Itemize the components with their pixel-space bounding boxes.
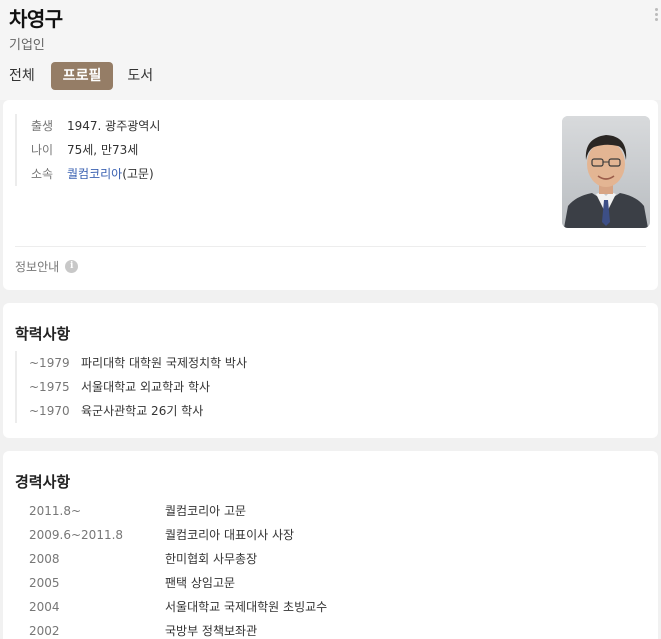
career-text: 퀄컴코리아 대표이사 사장 (165, 528, 295, 542)
education-title: 학력사항 (15, 325, 71, 343)
career-text: 퀄컴코리아 고문 (165, 504, 247, 518)
divider (15, 246, 646, 247)
career-year: 2008 (29, 552, 60, 566)
career-text: 한미협회 사무총장 (165, 552, 258, 566)
list-item: 2009.6~2011.8 퀄컴코리아 대표이사 사장 (29, 523, 327, 547)
info-value: 1947. 광주광역시 (67, 119, 161, 133)
affiliation-link[interactable]: 퀄컴코리아 (67, 167, 122, 181)
profile-card: 출생 1947. 광주광역시 나이 75세, 만73세 소속 퀄컴코리아(고문) (3, 100, 658, 290)
info-label: 소속 (31, 167, 54, 181)
profile-info-list: 출생 1947. 광주광역시 나이 75세, 만73세 소속 퀄컴코리아(고문) (15, 114, 160, 186)
career-year: 2009.6~2011.8 (29, 528, 124, 542)
education-card: 학력사항 ~1979 파리대학 대학원 국제정치학 박사 ~1975 서울대학교… (3, 303, 658, 438)
tab-books[interactable]: 도서 (119, 62, 161, 90)
career-year: 2002 (29, 624, 60, 638)
list-item: ~1975 서울대학교 외교학과 학사 (29, 375, 247, 399)
list-item: ~1979 파리대학 대학원 국제정치학 박사 (29, 351, 247, 375)
education-text: 파리대학 대학원 국제정치학 박사 (81, 356, 248, 370)
career-year: 2005 (29, 576, 60, 590)
info-row-birth: 출생 1947. 광주광역시 (31, 114, 160, 138)
education-text: 서울대학교 외교학과 학사 (81, 380, 211, 394)
list-item: 2008 한미협회 사무총장 (29, 547, 327, 571)
career-text: 서울대학교 국제대학원 초빙교수 (165, 600, 328, 614)
tab-profile[interactable]: 프로필 (50, 62, 114, 90)
list-item: 2005 팬택 상임고문 (29, 571, 327, 595)
info-row-age: 나이 75세, 만73세 (31, 138, 160, 162)
career-text: 국방부 정책보좌관 (165, 624, 258, 638)
info-guide[interactable]: 정보안내 i (15, 258, 79, 275)
list-item: ~1970 육군사관학교 26기 학사 (29, 399, 247, 423)
education-text: 육군사관학교 26기 학사 (81, 404, 204, 418)
career-title: 경력사항 (15, 473, 71, 491)
list-item: 2002 국방부 정책보좌관 (29, 619, 327, 639)
education-year: ~1979 (29, 356, 70, 370)
education-year: ~1975 (29, 380, 70, 394)
education-year: ~1970 (29, 404, 70, 418)
career-text: 팬택 상임고문 (165, 576, 236, 590)
info-value: 퀄컴코리아(고문) (67, 162, 154, 186)
info-guide-label: 정보안내 (15, 260, 60, 274)
tab-all[interactable]: 전체 (9, 62, 43, 90)
person-occupation: 기업인 (9, 38, 45, 53)
career-year: 2011.8~ (29, 504, 82, 518)
education-list: ~1979 파리대학 대학원 국제정치학 박사 ~1975 서울대학교 외교학과… (15, 351, 247, 423)
info-value: 75세, 만73세 (67, 143, 139, 157)
profile-header: 차영구 기업인 전체 프로필 도서 (0, 0, 661, 100)
info-icon: i (65, 260, 79, 273)
tab-bar: 전체 프로필 도서 (9, 62, 652, 90)
career-year: 2004 (29, 600, 60, 614)
person-name: 차영구 (9, 7, 63, 31)
career-card: 경력사항 2011.8~ 퀄컴코리아 고문 2009.6~2011.8 퀄컴코리… (3, 451, 658, 639)
career-list: 2011.8~ 퀄컴코리아 고문 2009.6~2011.8 퀄컴코리아 대표이… (29, 499, 327, 639)
more-options-icon[interactable] (655, 8, 659, 23)
info-label: 나이 (31, 143, 54, 157)
affiliation-role: (고문) (122, 167, 154, 181)
list-item: 2011.8~ 퀄컴코리아 고문 (29, 499, 327, 523)
info-row-affiliation: 소속 퀄컴코리아(고문) (31, 162, 160, 186)
profile-photo[interactable] (562, 116, 650, 228)
list-item: 2004 서울대학교 국제대학원 초빙교수 (29, 595, 327, 619)
info-label: 출생 (31, 119, 54, 133)
